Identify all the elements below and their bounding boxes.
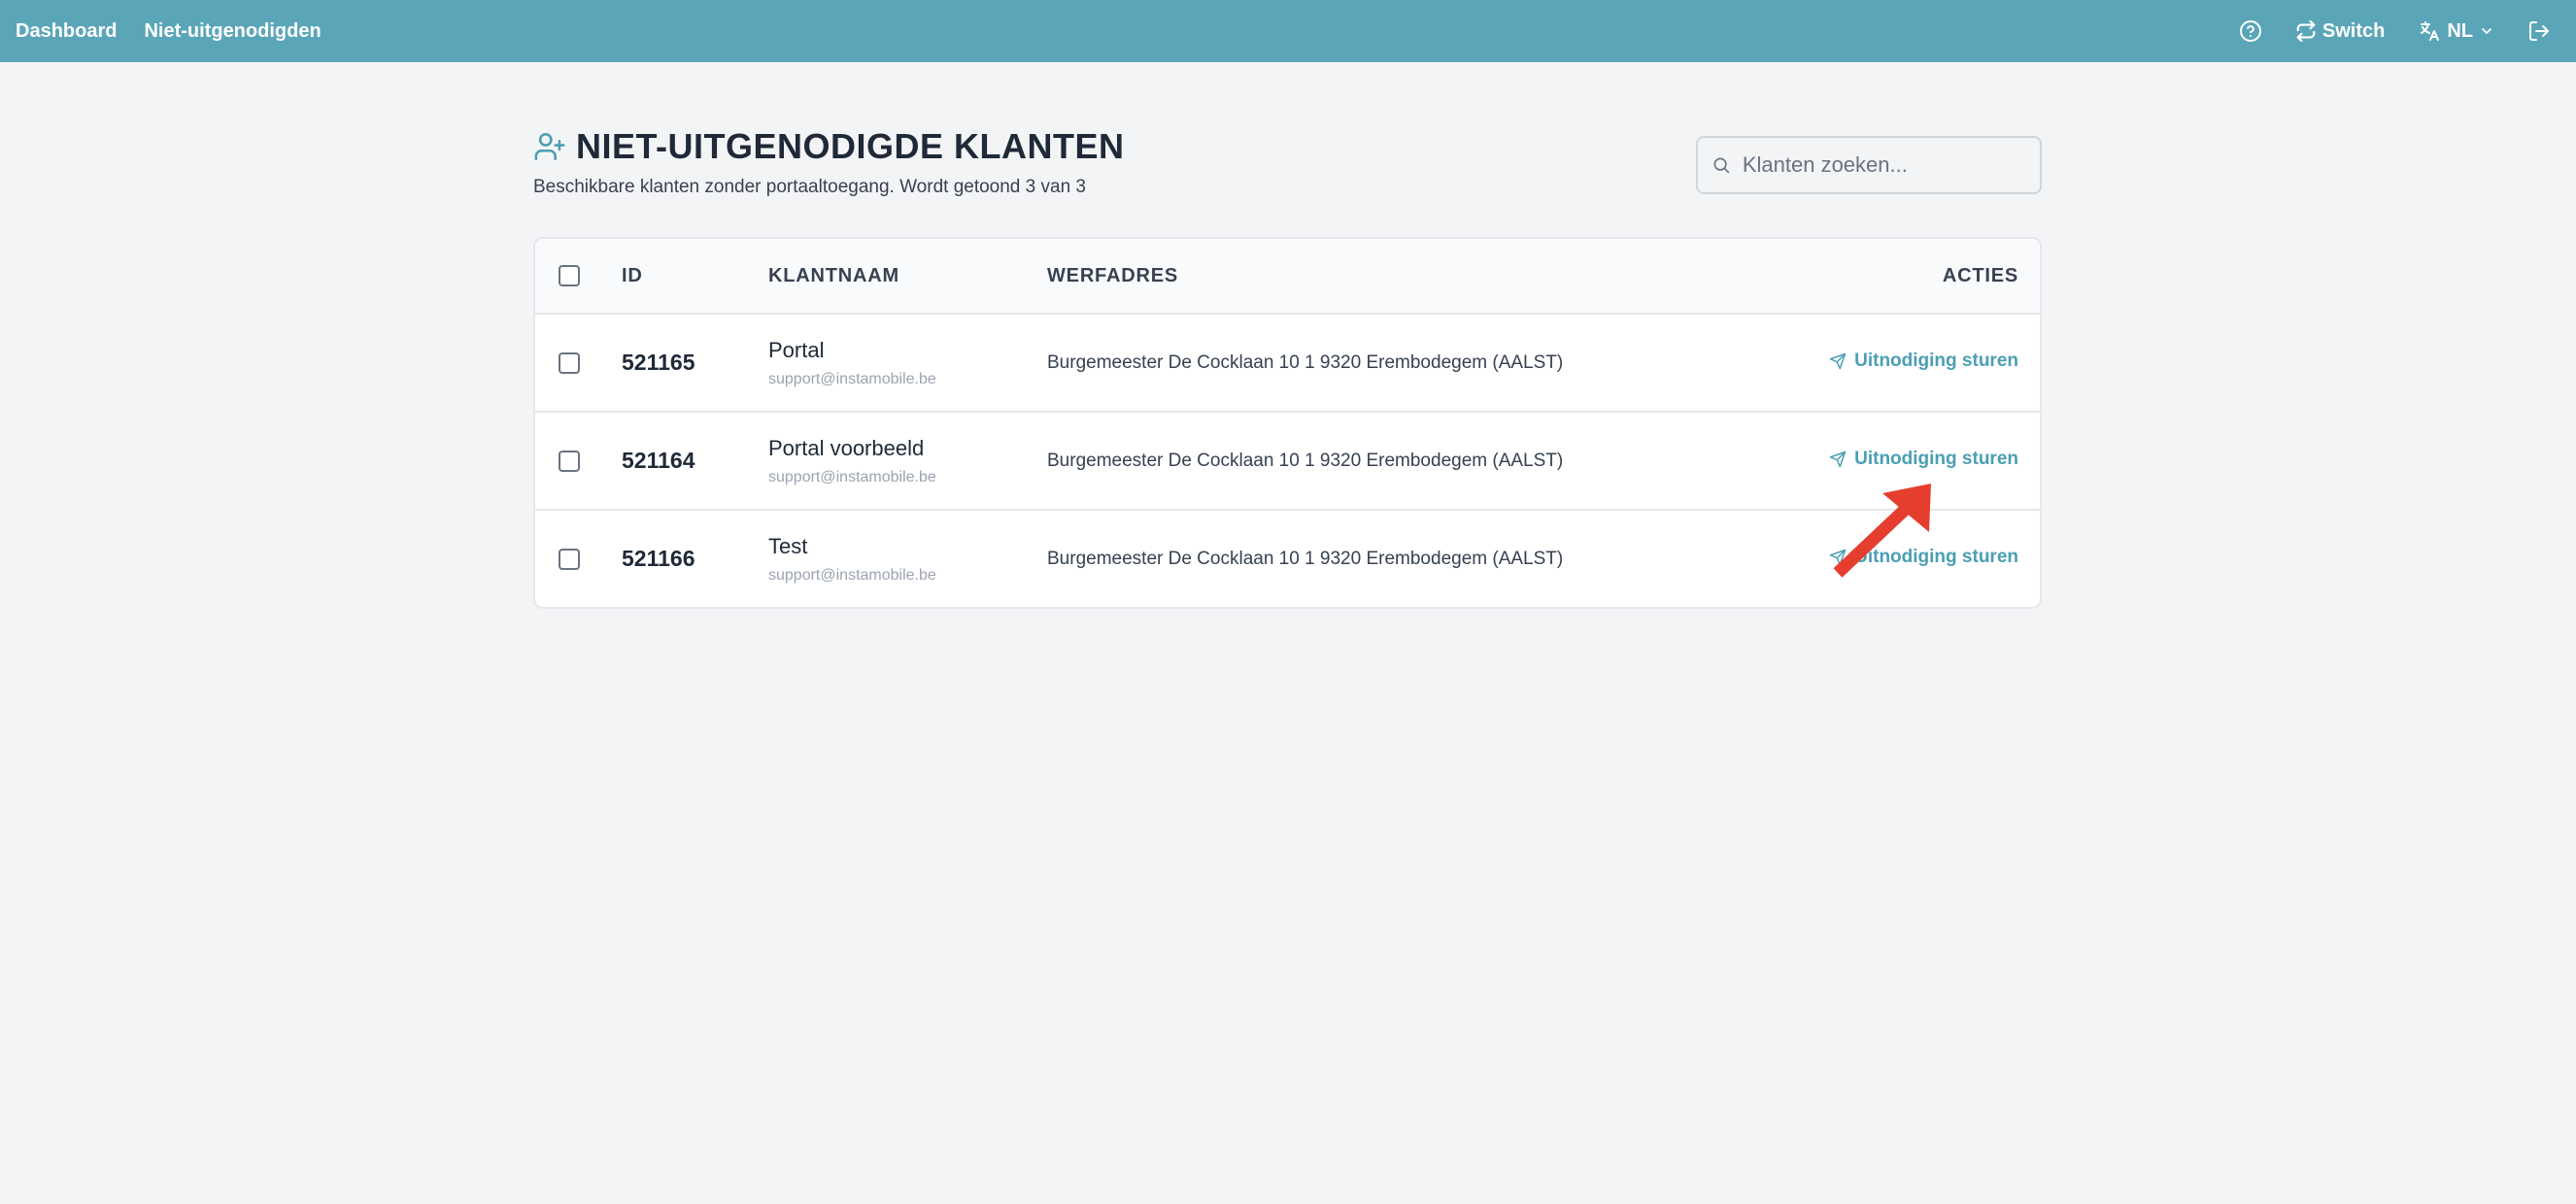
switch-label: Switch [2322,19,2386,42]
page-title: NIET-UITGENODIGDE KLANTEN [576,126,1125,166]
column-header-actions: ACTIES [1942,264,2018,286]
customer-id: 521164 [622,448,695,473]
row-name-cell: Test support@instamobile.be [768,534,1047,585]
customer-name: Portal voorbeeld [768,435,925,460]
nav-left: Dashboard Niet-uitgenodigden [16,20,322,43]
chevron-down-icon [2482,28,2491,34]
language-dropdown[interactable]: NL [2418,19,2494,43]
send-icon [1829,549,1847,566]
row-name-cell: Portal voorbeeld support@instamobile.be [768,436,1047,486]
select-all-checkbox[interactable] [559,265,580,286]
row-address-cell: Burgemeester De Cocklaan 10 1 9320 Eremb… [1047,451,1748,472]
row-id-cell: 521166 [622,546,768,572]
customers-table: ID KLANTNAAM WERFADRES ACTIES 521165 Por… [533,237,2042,609]
site-address: Burgemeester De Cocklaan 10 1 9320 Eremb… [1047,450,1564,471]
row-checkbox[interactable] [559,548,580,570]
row-select-cell [535,351,622,374]
row-id-cell: 521165 [622,350,768,376]
title-line: NIET-UITGENODIGDE KLANTEN [533,126,1125,167]
nav-right: Switch NL [2239,19,2560,43]
row-address-cell: Burgemeester De Cocklaan 10 1 9320 Eremb… [1047,352,1748,374]
site-address: Burgemeester De Cocklaan 10 1 9320 Eremb… [1047,351,1564,373]
search-box[interactable] [1696,136,2042,194]
row-address-cell: Burgemeester De Cocklaan 10 1 9320 Eremb… [1047,549,1748,570]
customer-email: support@instamobile.be [768,468,936,485]
row-select-cell [535,450,622,472]
table-header-row: ID KLANTNAAM WERFADRES ACTIES [535,239,2040,313]
send-invite-link[interactable]: Uitnodiging sturen [1829,449,2018,470]
customer-name: Test [768,533,808,558]
send-invite-link[interactable]: Uitnodiging sturen [1829,351,2018,372]
send-invite-label: Uitnodiging sturen [1854,351,2018,371]
switch-button[interactable]: Switch [2295,20,2385,43]
logout-icon [2529,21,2549,41]
send-invite-link[interactable]: Uitnodiging sturen [1829,547,2018,568]
send-invite-label: Uitnodiging sturen [1854,547,2018,567]
row-checkbox[interactable] [559,351,580,374]
column-header-name: KLANTNAAM [768,264,899,286]
logout-button[interactable] [2527,19,2551,43]
search-icon [1713,157,1730,174]
search-input[interactable] [1742,152,2026,178]
send-icon [1829,451,1847,468]
top-navbar: Dashboard Niet-uitgenodigden Switch NL [0,0,2576,62]
customer-id: 521165 [622,350,695,375]
row-actions-cell: Uitnodiging sturen [1748,351,2040,375]
page-subtitle: Beschikbare klanten zonder portaaltoegan… [533,177,1086,197]
row-actions-cell: Uitnodiging sturen [1748,449,2040,473]
row-actions-cell: Uitnodiging sturen [1748,547,2040,571]
table-row: 521165 Portal support@instamobile.be Bur… [535,313,2040,411]
nav-uninvited-link[interactable]: Niet-uitgenodigden [144,20,321,43]
customer-name: Portal [768,337,825,362]
main-content: NIET-UITGENODIGDE KLANTEN Beschikbare kl… [533,126,2042,609]
send-icon [1829,352,1847,370]
site-address: Burgemeester De Cocklaan 10 1 9320 Eremb… [1047,548,1564,569]
row-checkbox[interactable] [559,450,580,472]
customer-email: support@instamobile.be [768,566,936,584]
table-row: 521166 Test support@instamobile.be Burge… [535,509,2040,607]
row-id-cell: 521164 [622,448,768,474]
column-header-id: ID [622,264,643,286]
switch-arrows-icon [2296,20,2316,42]
user-plus-icon [534,132,565,161]
column-header-address: WERFADRES [1047,264,1178,286]
language-label: NL [2447,19,2473,42]
send-invite-label: Uitnodiging sturen [1854,449,2018,469]
row-select-cell [535,548,622,570]
select-all-cell [535,265,622,286]
customer-id: 521166 [622,546,695,571]
page-header: NIET-UITGENODIGDE KLANTEN Beschikbare kl… [533,126,2042,198]
nav-dashboard-link[interactable]: Dashboard [16,20,117,43]
table-row: 521164 Portal voorbeeld support@instamob… [535,411,2040,509]
help-button[interactable] [2239,19,2262,43]
customer-email: support@instamobile.be [768,370,936,387]
row-name-cell: Portal support@instamobile.be [768,338,1047,388]
title-block: NIET-UITGENODIGDE KLANTEN Beschikbare kl… [533,126,1125,198]
help-icon [2239,20,2261,42]
translate-icon [2421,21,2440,41]
